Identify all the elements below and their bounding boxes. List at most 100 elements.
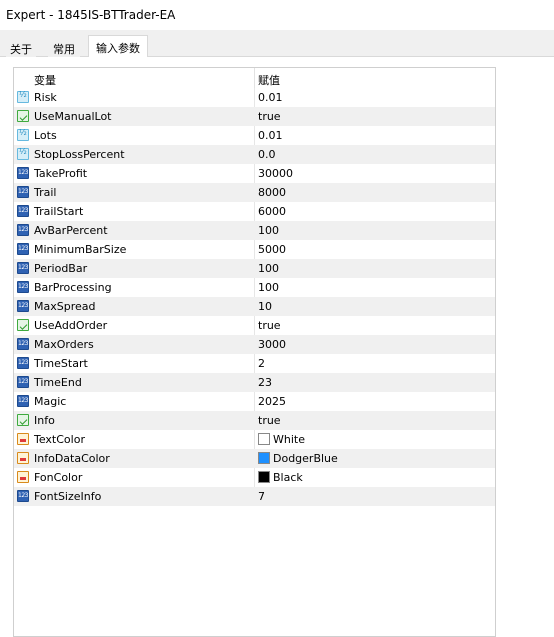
int-icon bbox=[17, 243, 29, 255]
table-row[interactable]: MinimumBarSize 5000 bbox=[14, 240, 495, 259]
int-icon bbox=[17, 338, 29, 350]
color-icon bbox=[17, 433, 29, 445]
color-icon bbox=[17, 452, 29, 464]
parameter-name: BarProcessing bbox=[34, 281, 112, 294]
table-row[interactable]: FonColor Black bbox=[14, 468, 495, 487]
parameter-value[interactable]: 7 bbox=[258, 490, 265, 503]
bool-icon bbox=[17, 110, 29, 122]
parameter-value[interactable]: 3000 bbox=[258, 338, 286, 351]
table-header: 变量 赋值 bbox=[14, 68, 495, 88]
int-icon bbox=[17, 281, 29, 293]
double-icon bbox=[17, 90, 29, 103]
parameter-value[interactable]: 100 bbox=[258, 281, 279, 294]
parameter-name: Risk bbox=[34, 91, 57, 104]
parameter-value[interactable]: DodgerBlue bbox=[273, 452, 338, 465]
int-icon bbox=[17, 205, 29, 217]
table-row[interactable]: AvBarPercent 100 bbox=[14, 221, 495, 240]
parameter-name: FontSizeInfo bbox=[34, 490, 102, 503]
parameter-name: Trail bbox=[34, 186, 57, 199]
table-row[interactable]: Risk 0.01 bbox=[14, 88, 495, 107]
parameter-name: TimeStart bbox=[34, 357, 88, 370]
parameter-value[interactable]: true bbox=[258, 414, 281, 427]
int-icon bbox=[17, 357, 29, 369]
column-header-value[interactable]: 赋值 bbox=[258, 72, 280, 88]
parameter-name: TimeEnd bbox=[34, 376, 82, 389]
parameter-value[interactable]: 2 bbox=[258, 357, 265, 370]
parameter-name: TakeProfit bbox=[34, 167, 88, 180]
parameter-value[interactable]: White bbox=[273, 433, 305, 446]
color-icon bbox=[17, 471, 29, 483]
table-row[interactable]: Trail 8000 bbox=[14, 183, 495, 202]
parameter-value[interactable]: 0.01 bbox=[258, 91, 283, 104]
int-icon bbox=[17, 224, 29, 236]
title-bar: Expert - 1845IS-BTTrader-EA bbox=[0, 0, 554, 30]
table-row[interactable]: TimeStart 2 bbox=[14, 354, 495, 373]
bool-icon bbox=[17, 319, 29, 331]
int-icon bbox=[17, 490, 29, 502]
parameter-name: InfoDataColor bbox=[34, 452, 110, 465]
tab-common[interactable]: 常用 bbox=[48, 38, 80, 57]
window-title: Expert - 1845IS-BTTrader-EA bbox=[6, 8, 176, 22]
int-icon bbox=[17, 300, 29, 312]
table-row[interactable]: UseManualLot true bbox=[14, 107, 495, 126]
parameter-name: Info bbox=[34, 414, 55, 427]
parameter-value[interactable]: 23 bbox=[258, 376, 272, 389]
parameter-name: MinimumBarSize bbox=[34, 243, 127, 256]
table-row[interactable]: Info true bbox=[14, 411, 495, 430]
parameter-name: PeriodBar bbox=[34, 262, 88, 275]
table-row[interactable]: TakeProfit 30000 bbox=[14, 164, 495, 183]
parameter-value[interactable]: 10 bbox=[258, 300, 272, 313]
tab-strip bbox=[0, 30, 554, 58]
table-row[interactable]: Lots 0.01 bbox=[14, 126, 495, 145]
parameter-value[interactable]: true bbox=[258, 110, 281, 123]
int-icon bbox=[17, 186, 29, 198]
column-divider[interactable] bbox=[254, 68, 255, 88]
parameter-name: UseManualLot bbox=[34, 110, 112, 123]
parameter-value[interactable]: 6000 bbox=[258, 205, 286, 218]
int-icon bbox=[17, 262, 29, 274]
table-row[interactable]: BarProcessing 100 bbox=[14, 278, 495, 297]
table-row[interactable]: InfoDataColor DodgerBlue bbox=[14, 449, 495, 468]
parameter-value[interactable]: 2025 bbox=[258, 395, 286, 408]
table-row[interactable]: TimeEnd 23 bbox=[14, 373, 495, 392]
double-icon bbox=[17, 128, 29, 141]
parameter-name: TextColor bbox=[34, 433, 85, 446]
parameter-value[interactable]: 5000 bbox=[258, 243, 286, 256]
parameter-name: FonColor bbox=[34, 471, 83, 484]
parameter-name: MaxOrders bbox=[34, 338, 94, 351]
int-icon bbox=[17, 167, 29, 179]
int-icon bbox=[17, 376, 29, 388]
parameter-value[interactable]: 30000 bbox=[258, 167, 293, 180]
parameter-name: AvBarPercent bbox=[34, 224, 108, 237]
table-row[interactable]: TrailStart 6000 bbox=[14, 202, 495, 221]
table-row[interactable]: StopLossPercent 0.0 bbox=[14, 145, 495, 164]
table-row[interactable]: MaxOrders 3000 bbox=[14, 335, 495, 354]
int-icon bbox=[17, 395, 29, 407]
table-row[interactable]: UseAddOrder true bbox=[14, 316, 495, 335]
parameter-name: TrailStart bbox=[34, 205, 84, 218]
parameter-value[interactable]: 8000 bbox=[258, 186, 286, 199]
tab-inputs[interactable]: 输入参数 bbox=[88, 35, 148, 57]
tab-about[interactable]: 关于 bbox=[6, 38, 36, 57]
parameter-value[interactable]: 100 bbox=[258, 224, 279, 237]
parameter-value[interactable]: true bbox=[258, 319, 281, 332]
parameter-value[interactable]: 100 bbox=[258, 262, 279, 275]
parameter-name: Lots bbox=[34, 129, 57, 142]
parameter-value[interactable]: 0.01 bbox=[258, 129, 283, 142]
column-header-variable[interactable]: 变量 bbox=[34, 72, 56, 88]
table-row[interactable]: FontSizeInfo 7 bbox=[14, 487, 495, 506]
parameters-table: 变量 赋值 Risk 0.01 UseManualLot true Lots 0.01 St… bbox=[13, 67, 496, 637]
parameter-name: StopLossPercent bbox=[34, 148, 125, 161]
parameter-value[interactable]: Black bbox=[273, 471, 303, 484]
parameter-name: UseAddOrder bbox=[34, 319, 108, 332]
table-row[interactable]: MaxSpread 10 bbox=[14, 297, 495, 316]
table-row[interactable]: Magic 2025 bbox=[14, 392, 495, 411]
table-row[interactable]: PeriodBar 100 bbox=[14, 259, 495, 278]
parameter-name: MaxSpread bbox=[34, 300, 96, 313]
color-swatch[interactable] bbox=[258, 433, 270, 445]
color-swatch[interactable] bbox=[258, 452, 270, 464]
parameter-value[interactable]: 0.0 bbox=[258, 148, 276, 161]
table-row[interactable]: TextColor White bbox=[14, 430, 495, 449]
color-swatch[interactable] bbox=[258, 471, 270, 483]
bool-icon bbox=[17, 414, 29, 426]
